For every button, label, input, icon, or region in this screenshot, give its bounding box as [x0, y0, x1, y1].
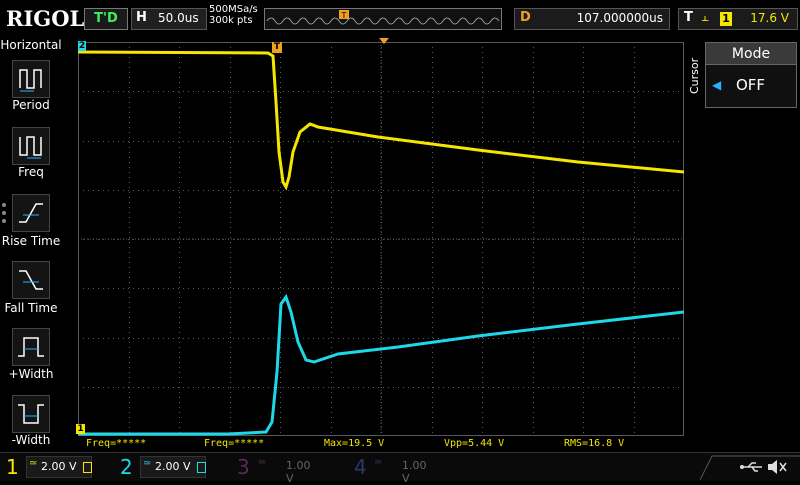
measurement-item: Freq=***** [204, 438, 265, 449]
rise-time-label: Rise Time [1, 234, 61, 248]
coupling-icon: ≃ [258, 457, 267, 468]
freq-button[interactable] [12, 127, 50, 165]
measurement-item: Freq=***** [86, 438, 147, 449]
memory-trigger-letter: T [341, 11, 347, 20]
negative-width-label: -Width [11, 433, 51, 447]
channel-4-number[interactable]: 4 [354, 455, 367, 479]
trigger-position-marker[interactable]: T [272, 42, 282, 53]
period-label: Period [12, 98, 50, 112]
freq-label: Freq [18, 165, 44, 179]
usb-icon [740, 462, 762, 472]
period-icon [19, 69, 42, 92]
cursor-mode-value: OFF [736, 76, 766, 94]
menu-page-dots [2, 203, 8, 227]
memory-depth: 300k pts [209, 15, 253, 26]
channel-1-scale: 2.00 V [41, 460, 77, 473]
rise-time-icon [19, 203, 43, 223]
measurement-item: Vpp=5.44 V [444, 438, 505, 449]
bandwidth-icon [197, 462, 206, 473]
system-status-area [700, 455, 800, 480]
channel-2-ground-marker[interactable]: 2 [78, 41, 86, 51]
horizontal-timebase[interactable]: H 50.0us [131, 8, 207, 30]
horizontal-scale-value: 50.0us [158, 11, 199, 25]
period-button[interactable] [12, 60, 50, 98]
measurement-item: Max=19.5 V [324, 438, 385, 449]
fall-time-icon [19, 270, 43, 290]
rise-time-button[interactable] [12, 194, 50, 232]
channel-3-scale: 1.00 V [286, 459, 311, 485]
channel-1-scale-box[interactable]: ≃ 2.00 V [26, 456, 92, 478]
graticule [78, 42, 684, 436]
trigger-level-value: 17.6 V [750, 11, 789, 25]
mute-icon [768, 460, 787, 474]
coupling-icon: ≃ [374, 457, 383, 468]
selector-arrow-icon: ◀ [712, 78, 722, 92]
channel-3-number[interactable]: 3 [237, 455, 250, 479]
positive-width-icon [18, 337, 44, 357]
waveform-display[interactable] [78, 42, 684, 436]
positive-width-button[interactable] [12, 328, 50, 366]
brand-logo: RIGOL [6, 6, 85, 31]
negative-width-icon [18, 404, 44, 424]
fall-time-button[interactable] [12, 261, 50, 299]
channel-1-ground-marker[interactable]: 1 [76, 424, 85, 434]
trigger-source-channel: 1 [720, 12, 732, 26]
menu-title: Horizontal [0, 38, 62, 52]
measurement-item: RMS=16.8 V [564, 438, 625, 449]
cursor-menu-label: Cursor [688, 57, 701, 94]
delay-value: 107.000000us [576, 11, 663, 25]
channel-4-scale: 1.00 V [402, 459, 427, 485]
sample-rate: 500MSa/s [209, 4, 258, 15]
coupling-icon: ≃ [29, 458, 38, 469]
bandwidth-icon [83, 462, 92, 473]
delay-key: D [520, 10, 531, 25]
delay-display[interactable]: D 107.000000us [514, 8, 670, 30]
fall-time-label: Fall Time [4, 301, 58, 315]
horizontal-key: H [136, 10, 147, 25]
memory-overview-window[interactable]: T [264, 8, 502, 30]
trigger-settings[interactable]: T ⫠ 1 17.6 V [678, 8, 798, 30]
negative-width-button[interactable] [12, 395, 50, 433]
frequency-icon [19, 136, 42, 159]
channel-2-scale: 2.00 V [155, 460, 191, 473]
horizontal-center-arrow-icon [379, 38, 389, 44]
acquisition-info: 500MSa/s 300k pts [209, 4, 258, 26]
channel-3-scale-box[interactable]: ≃ 1.00 V [256, 456, 320, 485]
channel-2-scale-box[interactable]: ≃ 2.00 V [140, 456, 206, 478]
cursor-mode-selector[interactable]: ◀ OFF [705, 64, 797, 108]
channel-4-scale-box[interactable]: ≃ 1.00 V [372, 456, 436, 485]
memory-waveform-preview: T [266, 10, 500, 25]
cursor-mode-title: Mode [705, 42, 797, 66]
rising-edge-icon: ⫠ [701, 10, 709, 25]
trigger-key: T [684, 10, 693, 25]
trigger-status-badge: T'D [84, 8, 128, 30]
positive-width-label: +Width [8, 367, 54, 381]
coupling-icon: ≃ [143, 458, 152, 469]
channel-2-number[interactable]: 2 [120, 455, 133, 479]
channel-1-number[interactable]: 1 [6, 455, 19, 479]
